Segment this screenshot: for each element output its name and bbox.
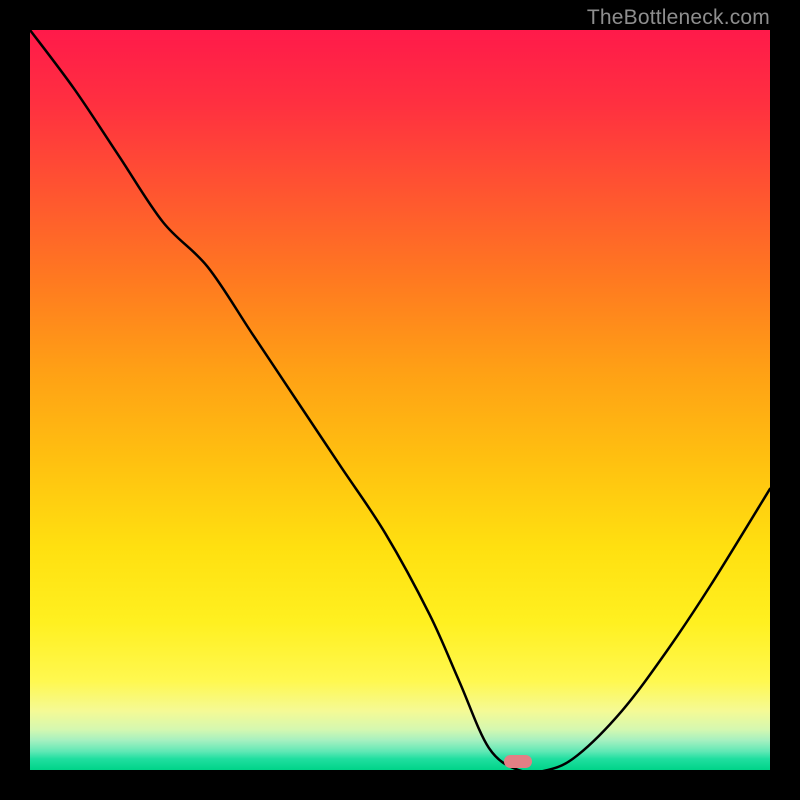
chart-plot-area bbox=[30, 30, 770, 770]
optimal-point-marker bbox=[504, 755, 532, 768]
watermark-text: TheBottleneck.com bbox=[587, 6, 770, 30]
chart-background-gradient bbox=[30, 30, 770, 770]
